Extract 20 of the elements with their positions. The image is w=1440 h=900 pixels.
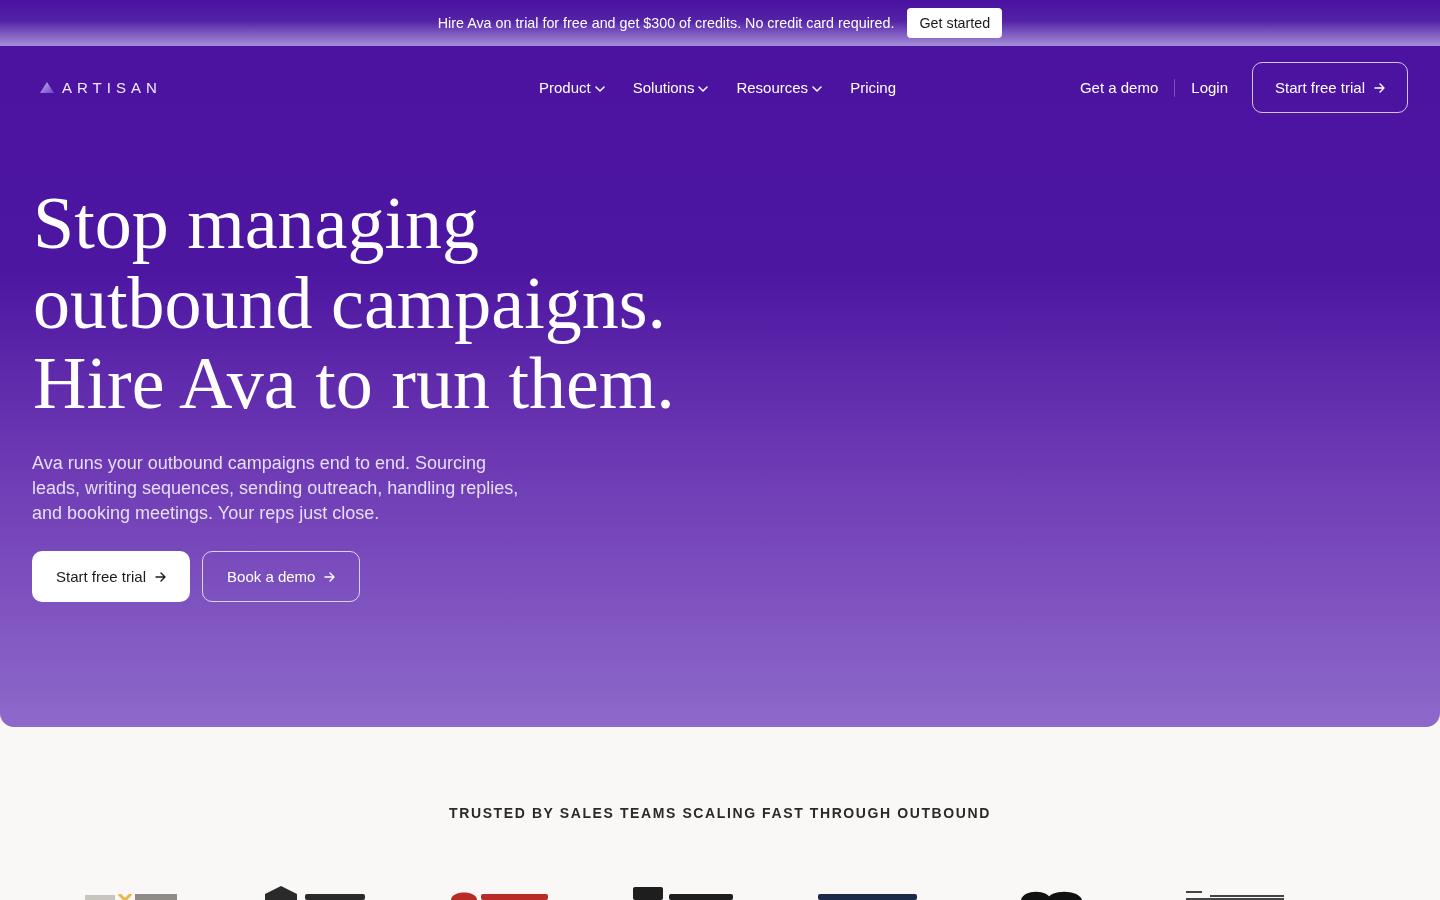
logo-icon [40, 82, 54, 93]
start-free-trial-button[interactable]: Start free trial [32, 551, 191, 602]
company-logo [1020, 889, 1082, 900]
brand-wordmark[interactable]: ARTISAN [62, 79, 162, 96]
book-demo-button[interactable]: Book a demo [202, 551, 361, 602]
announcement-text: Hire Ava on trial for free and get $300 of credits. No credit card required. [437, 15, 895, 31]
hero-headline: Stop managing outbound campaigns. Hire Ava to run them. [33, 183, 675, 423]
nav-menu-item[interactable]: Product [539, 79, 605, 96]
start-free-trial-button[interactable]: Start free trial [1252, 62, 1408, 113]
nav-menu-item[interactable]: Solutions [632, 79, 709, 96]
nav-menu-item[interactable]: Pricing [850, 79, 896, 96]
get-started-button[interactable]: Get started [907, 8, 1003, 38]
hero-description: Ava runs your outbound campaigns end to end. Sourcing leads, writing sequences, sending outreach, handling replies, and booking meetings. Your reps just close. [32, 452, 520, 525]
arrow-right-icon [324, 571, 336, 582]
nav-menu-item[interactable]: Resources [736, 79, 823, 96]
nav-link[interactable]: Login [1191, 79, 1228, 96]
arrow-right-icon [155, 571, 167, 582]
nav-link[interactable]: Get a demo [1079, 79, 1159, 96]
arrow-right-icon [1374, 82, 1385, 93]
trusted-heading: TRUSTED BY SALES TEAMS SCALING FAST THROUGH OUTBOUND [449, 804, 991, 823]
